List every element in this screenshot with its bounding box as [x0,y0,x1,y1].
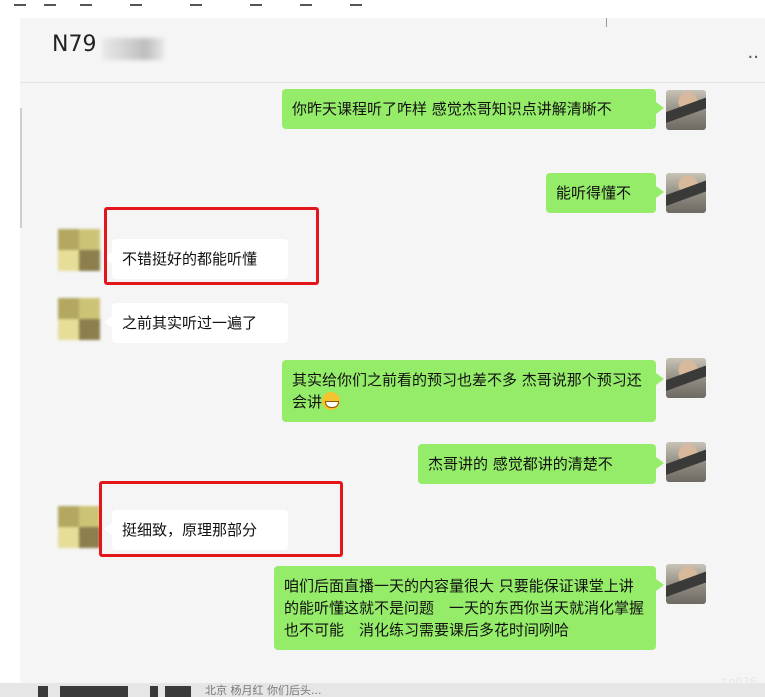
my-avatar[interactable] [666,358,706,398]
chat-header: N79 .. [20,18,765,83]
chat-window: N79 .. 你昨天课程听了咋样 感觉杰哥知识点讲解清晰不 能听得懂不 不错挺好… [20,18,765,683]
message-bubble-outgoing[interactable]: 咱们后面直播一天的内容量很大 只要能保证课堂上讲的能听懂这就不是问题 一天的东西… [274,566,664,650]
message-bubble-outgoing[interactable]: 其实给你们之前看的预习也差不多 杰哥说那个预习还会讲 [282,360,664,422]
my-avatar[interactable] [666,90,706,130]
message-bubble-outgoing[interactable]: 能听得懂不 [546,173,664,213]
top-toolbar-strip [0,0,765,10]
panel-edge [20,108,22,228]
contact-avatar[interactable] [58,229,100,271]
message-bubble-outgoing[interactable]: 杰哥讲的 感觉都讲的清楚不 [418,444,664,484]
contact-avatar[interactable] [58,506,100,548]
grinning-face-icon [322,392,341,410]
message-bubble-incoming[interactable]: 之前其实听过一遍了 [104,303,288,343]
watermark: tg036 [720,675,757,689]
message-bubble-outgoing[interactable]: 你昨天课程听了咋样 感觉杰哥知识点讲解清晰不 [282,89,664,129]
header-divider [606,18,607,27]
more-options-icon[interactable]: .. [748,42,759,63]
message-text: 其实给你们之前看的预习也差不多 杰哥说那个预习还会讲 [292,371,642,411]
highlight-box [99,481,343,557]
highlight-box [104,207,319,285]
my-avatar[interactable] [666,173,706,213]
taskbar-text: 北京 杨月红 你们后头... [205,684,322,697]
redacted-name-blur [102,38,164,60]
my-avatar[interactable] [666,564,706,604]
taskbar-strip: 北京 杨月红 你们后头... [0,683,765,697]
contact-avatar[interactable] [58,298,100,340]
my-avatar[interactable] [666,442,706,482]
chat-title: N79 [52,32,97,57]
